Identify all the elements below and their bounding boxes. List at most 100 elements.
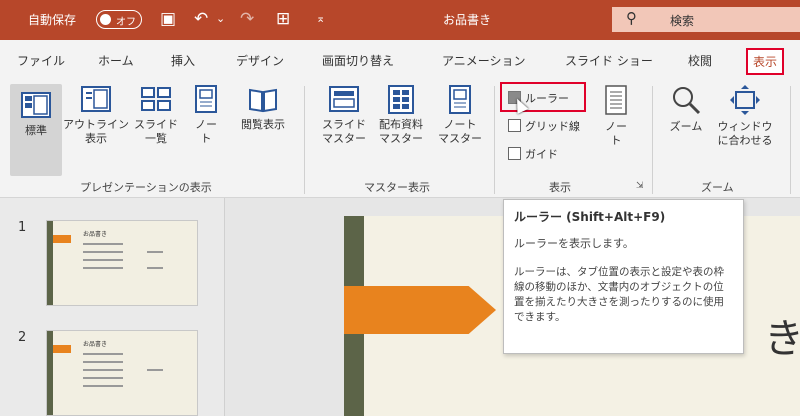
handout-master-icon — [388, 85, 414, 114]
slide-thumbnail[interactable]: お品書き — [46, 330, 198, 416]
guides-checkbox-row[interactable]: ガイド — [508, 146, 558, 162]
reading-view-button[interactable]: 閲覧表示 — [231, 84, 295, 132]
thumbnail-arrow — [53, 345, 71, 353]
notes-master-label-1: ノート — [443, 118, 477, 131]
thumbnail-text-line — [83, 243, 123, 245]
undo-icon[interactable]: ↶ — [194, 8, 208, 30]
guides-label: ガイド — [525, 148, 558, 161]
notes-page-button[interactable]: ノー ト — [186, 84, 226, 146]
ribbon-tabs: ファイル ホーム 挿入 デザイン 画面切り替え アニメーション スライド ショー… — [0, 40, 800, 78]
thumbnail-text-line — [83, 377, 123, 379]
gridlines-checkbox[interactable] — [508, 119, 521, 132]
ribbon-separator — [790, 86, 791, 194]
handout-master-button[interactable]: 配布資料 マスター — [372, 84, 430, 146]
outline-view-button[interactable]: アウトライン 表示 — [63, 84, 129, 146]
ribbon-separator — [494, 86, 495, 194]
thumbnail-title: お品書き — [83, 231, 108, 238]
thumbnail-text-line — [83, 369, 123, 371]
tab-review[interactable]: 校閲 — [688, 52, 712, 69]
tab-slideshow[interactable]: スライド ショー — [565, 52, 653, 69]
notes-page-label-2: ト — [200, 132, 212, 145]
dialog-launcher-icon[interactable]: ⇲ — [636, 181, 644, 191]
tab-view[interactable]: 表示 — [746, 48, 785, 75]
normal-view-icon — [21, 92, 51, 118]
notes-page-icon — [195, 85, 217, 113]
thumbnail-text-line — [83, 267, 123, 269]
slide-master-button[interactable]: スライド マスター — [318, 84, 370, 146]
autosave-label: 自動保存 — [28, 13, 77, 27]
notes-master-icon — [449, 85, 471, 114]
tab-insert[interactable]: 挿入 — [171, 52, 195, 69]
slide-sorter-label-2: 一覧 — [145, 132, 167, 145]
group-label-show: 表示 — [549, 181, 571, 194]
thumbnail-side-bar — [47, 331, 53, 415]
autosave-state: オフ — [116, 17, 136, 28]
ruler-highlight-box — [500, 82, 586, 112]
outline-view-label-2: 表示 — [85, 132, 107, 145]
notes-icon — [605, 85, 627, 115]
autosave-toggle[interactable]: オフ — [96, 10, 142, 29]
thumbnail-text-line — [83, 361, 123, 363]
notes-master-button[interactable]: ノート マスター — [434, 84, 486, 146]
ribbon: 標準 アウトライン 表示 スライド 一覧 ノー ト 閲覧表示 プレゼンテーション… — [0, 78, 800, 198]
zoom-label: ズーム — [669, 120, 703, 133]
thumbnail-text-line — [83, 251, 123, 253]
tooltip-title: ルーラー (Shift+Alt+F9) — [514, 210, 666, 224]
search-box[interactable]: ⚲ 検索 — [612, 7, 800, 32]
toggle-knob — [100, 14, 111, 25]
document-title: お品書き — [443, 13, 492, 27]
search-icon: ⚲ — [626, 9, 637, 27]
tab-animations[interactable]: アニメーション — [442, 52, 526, 69]
slide-sorter-button[interactable]: スライド 一覧 — [131, 84, 181, 146]
normal-view-button[interactable]: 標準 — [10, 84, 62, 176]
thumbnail-text-line — [83, 385, 123, 387]
present-from-start-icon[interactable]: ⊞ — [276, 8, 290, 30]
save-icon[interactable]: ▣ — [160, 8, 176, 30]
guides-checkbox[interactable] — [508, 147, 521, 160]
customize-toolbar-icon[interactable]: ⌅ — [316, 8, 325, 30]
redo-icon[interactable]: ↷ — [240, 8, 254, 30]
notes-master-label-2: マスター — [438, 132, 482, 145]
slide-sorter-label-1: スライド — [134, 118, 178, 131]
thumbnail-text-line — [83, 259, 123, 261]
reading-view-label: 閲覧表示 — [241, 118, 285, 131]
tab-transitions[interactable]: 画面切り替え — [322, 52, 394, 69]
slide-thumbnail[interactable]: お品書き — [46, 220, 198, 306]
notes-label-1: ノー — [605, 120, 627, 133]
slide-master-icon — [329, 86, 359, 112]
group-label-master-views: マスター表示 — [364, 181, 430, 194]
undo-dropdown-icon[interactable]: ⌄ — [216, 8, 225, 30]
outline-view-icon — [81, 86, 111, 112]
tooltip-body: ルーラーは、タブ位置の表示と設定や表の枠線の移動のほか、文書内のオブジェクトの位… — [514, 266, 724, 323]
thumbnail-title: お品書き — [83, 341, 108, 348]
tab-home[interactable]: ホーム — [98, 52, 134, 69]
slide-number: 1 — [18, 220, 27, 235]
slide-thumbnails-pane: 1 お品書き 2 お品書き — [0, 198, 225, 416]
fit-to-window-button[interactable]: ウィンドウ に合わせる — [712, 84, 778, 148]
notes-toggle-button[interactable]: ノー ト — [598, 84, 634, 148]
tab-file[interactable]: ファイル — [17, 52, 65, 69]
tooltip-description: ルーラーを表示します。 — [514, 237, 634, 250]
ribbon-separator — [652, 86, 653, 194]
gridlines-label: グリッド線 — [525, 120, 580, 133]
handout-master-label-2: マスター — [379, 132, 423, 145]
slide-master-label-1: スライド — [322, 118, 366, 131]
tab-design[interactable]: デザイン — [236, 52, 284, 69]
thumbnail-text-line — [147, 267, 163, 269]
normal-view-label: 標準 — [25, 124, 47, 137]
thumbnail-text-line — [147, 369, 163, 371]
thumbnail-text-line — [83, 353, 123, 355]
thumbnail-side-bar — [47, 221, 53, 305]
title-bar: 自動保存 オフ ▣ ↶ ⌄ ↷ ⊞ ⌅ お品書き ⚲ 検索 — [0, 0, 800, 40]
handout-master-label-1: 配布資料 — [379, 118, 423, 131]
notes-page-label-1: ノー — [195, 118, 217, 131]
group-label-zoom: ズーム — [701, 181, 734, 194]
ribbon-separator — [304, 86, 305, 194]
slide-arrow-shape[interactable] — [344, 286, 496, 334]
thumbnail-arrow — [53, 235, 71, 243]
zoom-button[interactable]: ズーム — [664, 84, 708, 134]
fit-to-window-label-2: に合わせる — [717, 134, 773, 147]
notes-label-2: ト — [610, 134, 622, 147]
reading-view-icon — [249, 88, 277, 113]
gridlines-checkbox-row[interactable]: グリッド線 — [508, 118, 580, 134]
